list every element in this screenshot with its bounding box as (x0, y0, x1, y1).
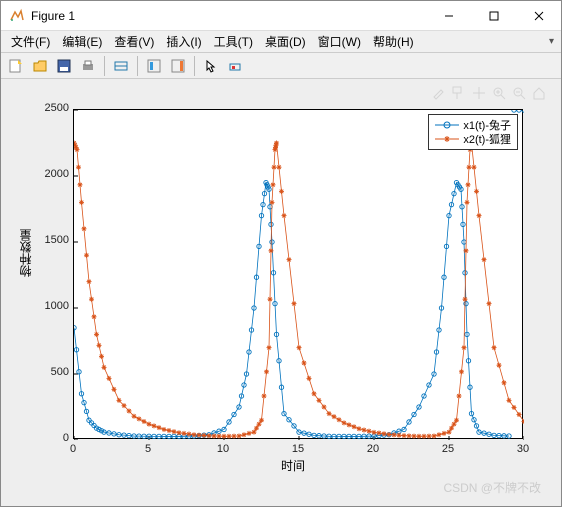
y-tick-label: 2500 (29, 102, 69, 114)
plot-canvas (74, 110, 524, 440)
matlab-icon (9, 8, 25, 24)
brush-icon[interactable] (431, 85, 447, 101)
open-button[interactable] (29, 55, 51, 77)
toolbar (1, 53, 561, 79)
x-tick-label: 25 (433, 443, 463, 455)
menu-tools[interactable]: 工具(T) (208, 31, 259, 52)
close-button[interactable] (516, 1, 561, 30)
y-tick-label: 1000 (29, 300, 69, 312)
x-tick-label: 30 (508, 443, 538, 455)
legend-marker-1 (435, 120, 459, 130)
legend[interactable]: x1(t)-兔子 x2(t)-狐狸 (428, 114, 518, 150)
y-tick-label: 500 (29, 366, 69, 378)
legend-marker-2 (435, 134, 459, 144)
titlebar: Figure 1 (1, 1, 561, 31)
menubar: 文件(F) 编辑(E) 查看(V) 插入(I) 工具(T) 桌面(D) 窗口(W… (1, 31, 561, 53)
y-axis-label: 物种数量 (17, 229, 34, 277)
y-tick-label: 1500 (29, 234, 69, 246)
menu-desktop[interactable]: 桌面(D) (259, 31, 312, 52)
menu-edit[interactable]: 编辑(E) (56, 31, 108, 52)
axes-toolbar (431, 85, 547, 101)
pointer-button[interactable] (200, 55, 222, 77)
figure-area: x1(t)-兔子 x2(t)-狐狸 05001000150020002500 0… (1, 79, 561, 506)
legend-label-2: x2(t)-狐狸 (463, 131, 511, 147)
zoom-out-icon[interactable] (511, 85, 527, 101)
watermark: CSDN @不牌不改 (443, 479, 541, 496)
menu-insert[interactable]: 插入(I) (160, 31, 207, 52)
menu-help[interactable]: 帮助(H) (367, 31, 420, 52)
x-tick-label: 10 (208, 443, 238, 455)
brush-button[interactable] (224, 55, 246, 77)
x-tick-label: 15 (283, 443, 313, 455)
edit-plot-button[interactable] (143, 55, 165, 77)
minimize-button[interactable] (426, 1, 471, 30)
menu-file[interactable]: 文件(F) (5, 31, 56, 52)
menu-dropdown-icon[interactable]: ▾ (543, 34, 557, 49)
x-tick-label: 5 (133, 443, 163, 455)
x-tick-label: 0 (58, 443, 88, 455)
zoom-in-icon[interactable] (491, 85, 507, 101)
new-figure-button[interactable] (5, 55, 27, 77)
link-button[interactable] (110, 55, 132, 77)
pan-icon[interactable] (471, 85, 487, 101)
save-button[interactable] (53, 55, 75, 77)
menu-view[interactable]: 查看(V) (108, 31, 160, 52)
datatip-icon[interactable] (451, 85, 467, 101)
axes[interactable]: x1(t)-兔子 x2(t)-狐狸 (73, 109, 523, 439)
print-button[interactable] (77, 55, 99, 77)
maximize-button[interactable] (471, 1, 516, 30)
y-tick-label: 2000 (29, 168, 69, 180)
menu-window[interactable]: 窗口(W) (312, 31, 367, 52)
window-title: Figure 1 (31, 9, 426, 23)
x-axis-label: 时间 (281, 457, 305, 474)
x-tick-label: 20 (358, 443, 388, 455)
home-icon[interactable] (531, 85, 547, 101)
insert-colorbar-button[interactable] (167, 55, 189, 77)
